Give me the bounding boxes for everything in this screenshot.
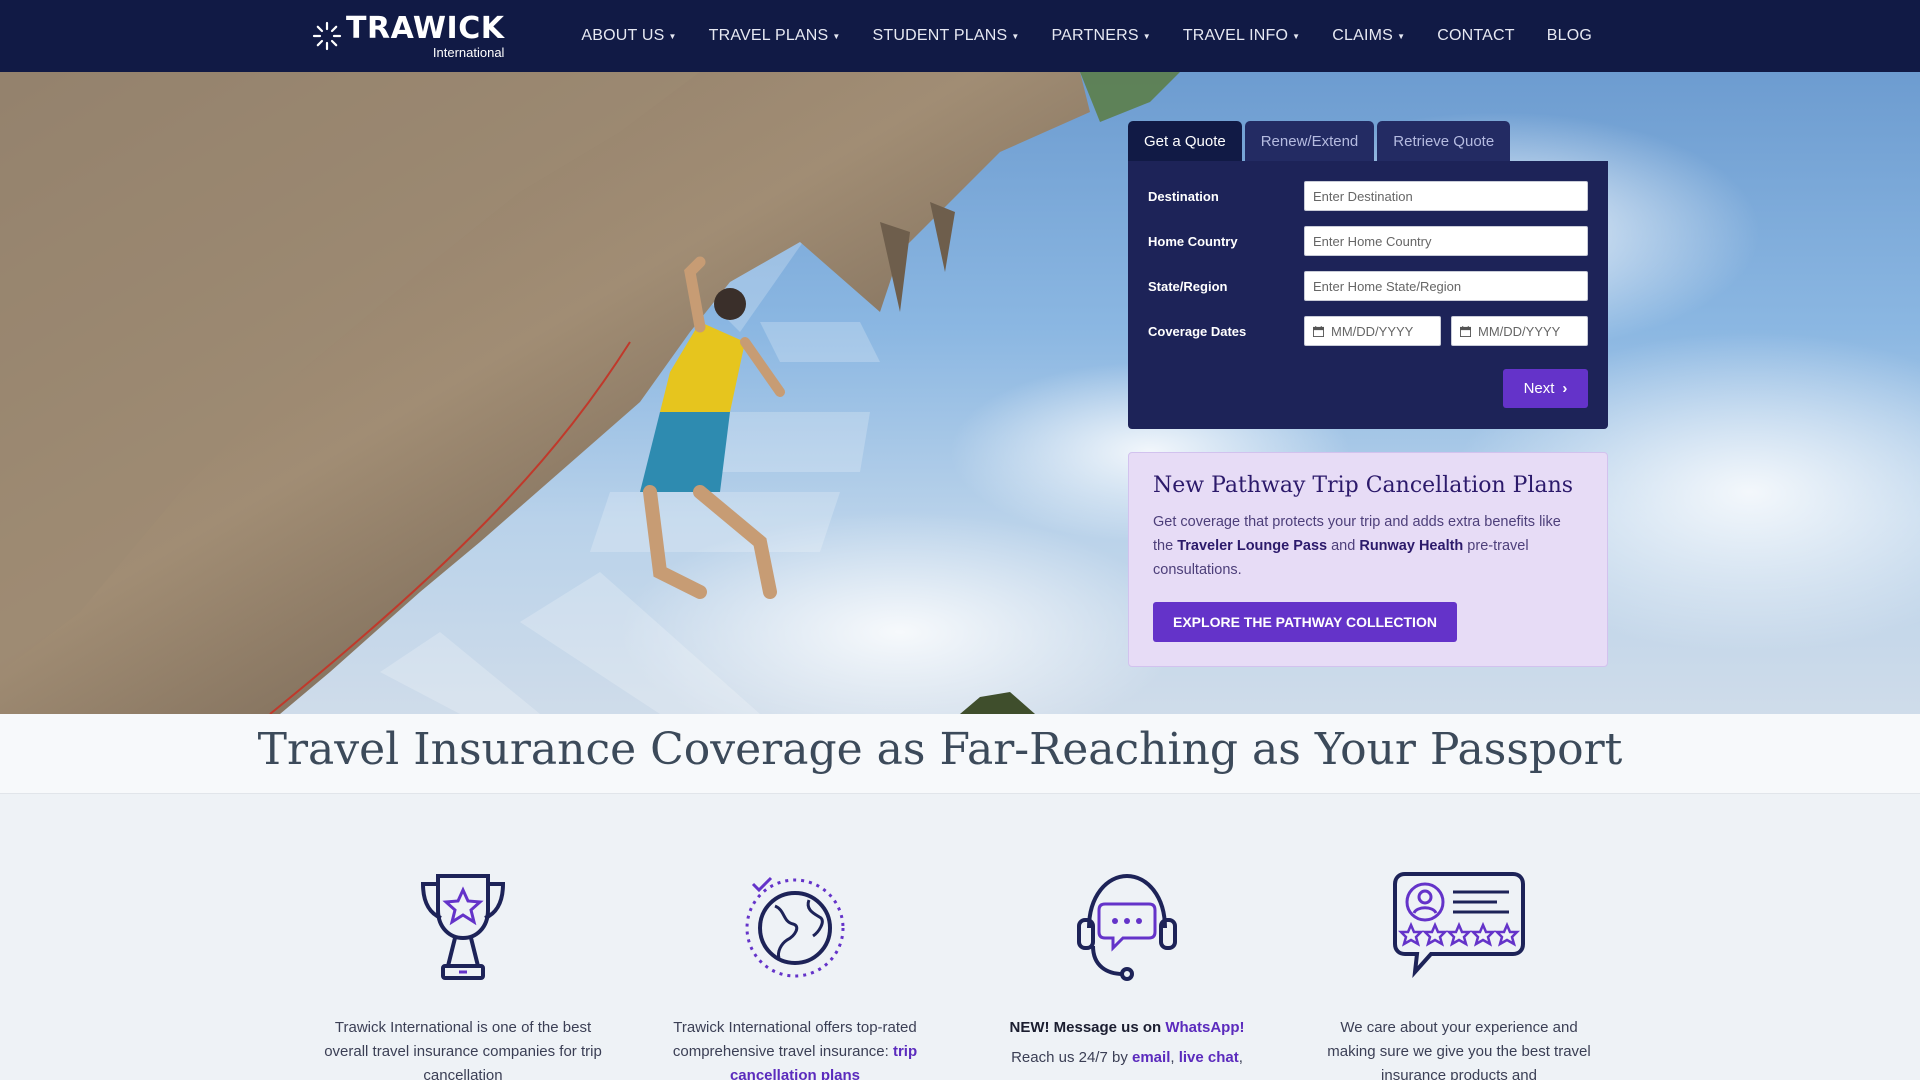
email-link[interactable]: email [1132, 1049, 1170, 1066]
main-menu: ABOUT US ▼ TRAVEL PLANS ▼ STUDENT PLANS ▼ P… [581, 0, 1592, 72]
state-region-label: State/Region [1148, 278, 1228, 294]
promo-highlight: Runway Health [1359, 538, 1464, 554]
caret-down-icon: ▼ [1397, 31, 1406, 41]
next-button-label: Next [1523, 380, 1555, 397]
chevron-right-icon: › [1562, 380, 1568, 397]
nav-label: ABOUT US [581, 27, 665, 44]
caret-down-icon: ▼ [1142, 31, 1151, 41]
globe-icon [745, 876, 845, 978]
nav-partners[interactable]: PARTNERS ▼ [1051, 27, 1150, 45]
destination-input[interactable]: Enter Destination [1304, 181, 1588, 211]
nav-blog[interactable]: BLOG [1547, 27, 1592, 45]
caret-down-icon: ▼ [1011, 31, 1020, 41]
home-country-placeholder: Enter Home Country [1313, 233, 1432, 249]
home-country-input[interactable]: Enter Home Country [1304, 226, 1588, 256]
coverage-dates-label: Coverage Dates [1148, 323, 1247, 339]
destination-label: Destination [1148, 188, 1219, 204]
home-country-row: Home Country Enter Home Country [1148, 226, 1592, 256]
nav-claims[interactable]: CLAIMS ▼ [1332, 27, 1405, 45]
feature-coverage-copy: Trawick International offers top-rated c… [672, 1019, 917, 1060]
nav-label: CLAIMS [1332, 27, 1394, 44]
hero-climber-image [0, 72, 1920, 714]
pathway-promo-card: New Pathway Trip Cancellation Plans Get … [1128, 452, 1608, 667]
live-chat-link[interactable]: live chat [1179, 1049, 1239, 1066]
nav-student-plans[interactable]: STUDENT PLANS ▼ [873, 27, 1020, 45]
feature-awards-text: Trawick International is one of the best… [324, 1019, 602, 1080]
feature-reviews-text: We care about your experience and making… [1327, 1019, 1591, 1080]
nav-label: PARTNERS [1051, 27, 1139, 44]
caret-down-icon: ▼ [832, 31, 841, 41]
start-date-placeholder: MM/DD/YYYY [1331, 323, 1414, 339]
feature-coverage-text: Trawick International offers top-rated c… [655, 1016, 935, 1080]
tab-renew-extend[interactable]: Renew/Extend [1244, 121, 1375, 161]
home-country-label: Home Country [1148, 233, 1238, 249]
destination-placeholder: Enter Destination [1313, 188, 1413, 204]
logo-name: TRAWICK [346, 10, 505, 46]
state-region-input[interactable]: Enter Home State/Region [1304, 271, 1588, 301]
end-date-placeholder: MM/DD/YYYY [1478, 323, 1561, 339]
headset-chat-icon [1077, 873, 1177, 981]
nav-label: TRAVEL PLANS [708, 27, 829, 44]
tab-retrieve-quote[interactable]: Retrieve Quote [1377, 121, 1511, 161]
separator-text: , [1170, 1049, 1179, 1066]
logo-burst-icon [312, 21, 342, 51]
logo-subtitle: International [432, 44, 505, 60]
promo-title: New Pathway Trip Cancellation Plans [1153, 473, 1574, 498]
top-navigation: TRAWICK International ABOUT US ▼ TRAVEL P… [0, 0, 1920, 72]
coverage-start-date-input[interactable]: MM/DD/YYYY [1304, 316, 1441, 346]
trawick-logo[interactable]: TRAWICK International [312, 10, 505, 60]
nav-about-us[interactable]: ABOUT US ▼ [581, 27, 676, 45]
explore-pathway-button[interactable]: EXPLORE THE PATHWAY COLLECTION [1153, 602, 1457, 642]
hero-banner [0, 72, 1920, 714]
feature-support-text: NEW! Message us on WhatsApp! Reach us 24… [987, 1016, 1267, 1070]
caret-down-icon: ▼ [1292, 31, 1301, 41]
nav-label: CONTACT [1437, 27, 1515, 44]
promo-body: Get coverage that protects your trip and… [1153, 510, 1583, 582]
caret-down-icon: ▼ [668, 31, 677, 41]
tab-get-a-quote[interactable]: Get a Quote [1128, 121, 1242, 161]
review-stars-icon [1393, 872, 1525, 979]
nav-label: STUDENT PLANS [872, 27, 1008, 44]
nav-label: TRAVEL INFO [1182, 27, 1289, 44]
calendar-icon [1313, 325, 1324, 337]
features-section: Trawick International is one of the best… [0, 794, 1920, 1080]
destination-row: Destination Enter Destination [1148, 181, 1592, 211]
whatsapp-link[interactable]: WhatsApp! [1165, 1019, 1244, 1036]
trophy-icon [420, 874, 506, 980]
quote-form: Destination Enter Destination Home Count… [1128, 161, 1608, 429]
nav-contact[interactable]: CONTACT [1437, 27, 1515, 45]
promo-text: and [1327, 538, 1360, 554]
nav-travel-info[interactable]: TRAVEL INFO ▼ [1183, 27, 1300, 45]
next-button[interactable]: Next › [1503, 369, 1588, 408]
state-region-placeholder: Enter Home State/Region [1313, 278, 1462, 294]
nav-travel-plans[interactable]: TRAVEL PLANS ▼ [709, 27, 841, 45]
coverage-end-date-input[interactable]: MM/DD/YYYY [1451, 316, 1588, 346]
quote-tabs: Get a Quote Renew/Extend Retrieve Quote [1128, 121, 1511, 161]
whatsapp-announcement: NEW! Message us on [1009, 1019, 1166, 1036]
promo-highlight: Traveler Lounge Pass [1177, 538, 1328, 554]
state-region-row: State/Region Enter Home State/Region [1148, 271, 1592, 301]
headline-band: Travel Insurance Coverage as Far-Reachin… [0, 714, 1920, 794]
separator-text: , [1238, 1049, 1243, 1066]
calendar-icon [1460, 325, 1471, 337]
reach-us-text: Reach us 24/7 by [1011, 1049, 1132, 1066]
coverage-dates-row: Coverage Dates MM/DD/YYYY MM/DD/YYYY [1148, 316, 1592, 346]
page-headline: Travel Insurance Coverage as Far-Reachin… [257, 724, 1623, 775]
nav-label: BLOG [1546, 27, 1592, 44]
